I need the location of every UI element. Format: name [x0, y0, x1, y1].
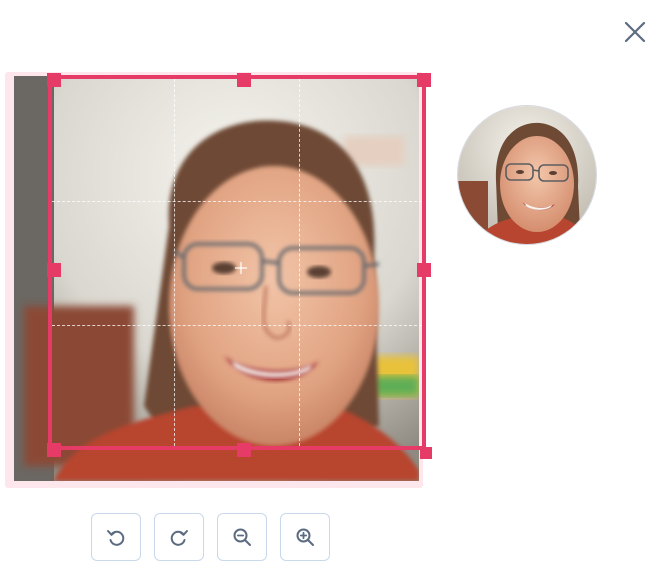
crop-handle-right[interactable] — [417, 263, 431, 277]
crop-selection-box[interactable] — [48, 75, 426, 450]
crop-handle-top-left[interactable] — [47, 73, 61, 87]
crop-grid-line — [174, 79, 175, 446]
crop-handle-bottom-left[interactable] — [47, 443, 61, 457]
rotate-right-icon — [170, 530, 188, 546]
crop-handle-top[interactable] — [237, 73, 251, 87]
crop-grid-line — [52, 201, 422, 202]
zoom-out-button[interactable] — [217, 513, 267, 561]
crop-handle-top-right[interactable] — [417, 73, 431, 87]
avatar-preview — [457, 105, 597, 245]
image-toolbar — [91, 513, 330, 561]
rotate-left-icon — [107, 530, 125, 546]
crop-center-mark — [235, 262, 247, 274]
close-icon — [624, 21, 646, 43]
close-label: × — [0, 0, 1, 1]
zoom-in-button[interactable] — [280, 513, 330, 561]
rotate-left-button[interactable] — [91, 513, 141, 561]
zoom-in-icon — [296, 528, 314, 546]
crop-handle-bottom[interactable] — [237, 443, 251, 457]
rotate-right-button[interactable] — [154, 513, 204, 561]
close-button[interactable] — [620, 17, 650, 47]
crop-grid-line — [299, 79, 300, 446]
crop-handle-left[interactable] — [47, 263, 61, 277]
crop-handle-bottom-right[interactable] — [420, 447, 432, 459]
zoom-out-icon — [233, 528, 251, 546]
crop-grid-line — [52, 325, 422, 326]
